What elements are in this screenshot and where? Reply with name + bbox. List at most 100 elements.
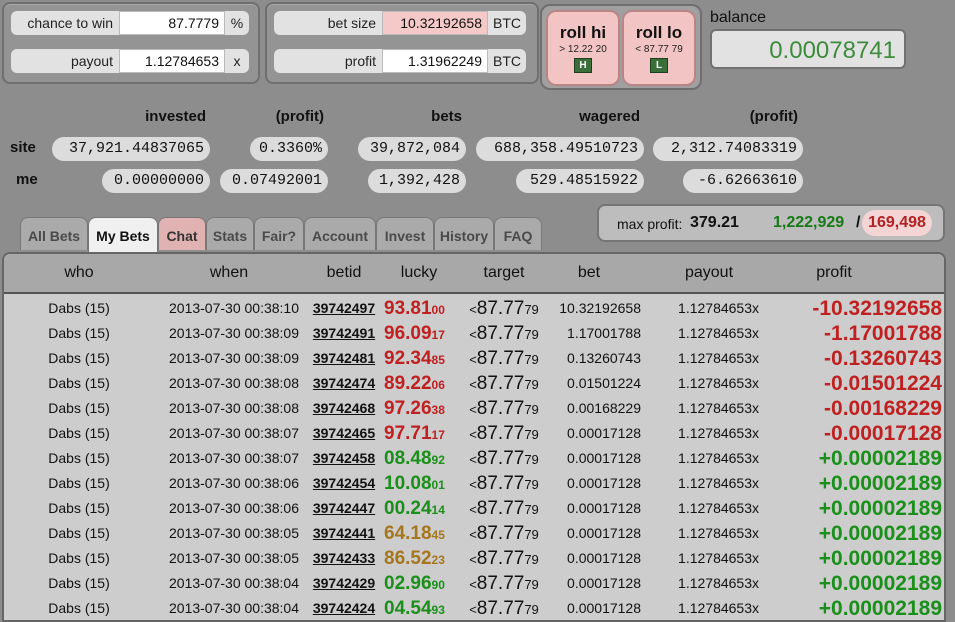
cell-payout: 1.12784653x [678, 525, 759, 541]
cell-payout: 1.12784653x [678, 300, 759, 316]
cell-betid-link[interactable]: 39742474 [304, 371, 384, 396]
chance-input[interactable]: 87.7779 [119, 11, 225, 35]
lucky-major: 10.08 [384, 473, 432, 494]
stats-header-bets: bets [431, 108, 462, 125]
tab-invest[interactable]: Invest [376, 217, 434, 250]
lucky-major: 93.81 [384, 298, 432, 319]
target-comparator: < [469, 402, 477, 417]
target-comparator: < [469, 302, 477, 317]
target-major: 87.77 [476, 448, 525, 469]
cell-when: 2013-07-30 00:38:07 [169, 425, 299, 441]
cell-when: 2013-07-30 00:38:06 [169, 475, 299, 491]
cell-betid-link[interactable]: 39742481 [304, 346, 384, 371]
table-row: Dabs (15) 2013-07-30 00:38:07 39742465 97.7… [4, 421, 944, 446]
cell-betid-link[interactable]: 39742447 [304, 496, 384, 521]
cell-lucky: 89.2206 [384, 371, 454, 398]
cell-profit: -0.00017128 [824, 422, 942, 445]
roll-hi-button[interactable]: roll hi > 12.22 20 H [546, 10, 620, 86]
tab-faq[interactable]: FAQ [494, 217, 542, 250]
roll-buttons: roll hi > 12.22 20 H roll lo < 87.77 79 … [540, 4, 702, 90]
cell-lucky: 86.5223 [384, 546, 454, 573]
cell-profit: +0.00002189 [818, 597, 942, 620]
cell-betid-link[interactable]: 39742454 [304, 471, 384, 496]
cell-betid-link[interactable]: 39742429 [304, 571, 384, 596]
target-minor: 79 [524, 377, 539, 392]
cell-betid-link[interactable]: 39742468 [304, 396, 384, 421]
stats-header-invested: invested [145, 108, 206, 125]
cell-lucky: 96.0917 [384, 321, 454, 348]
table-row: Dabs (15) 2013-07-30 00:38:07 39742458 08.4… [4, 446, 944, 471]
wins-count: 1,222,929 [773, 214, 845, 231]
payout-input[interactable]: 1.12784653 [119, 49, 225, 73]
tab-all-bets[interactable]: All Bets [20, 217, 88, 250]
cell-payout: 1.12784653x [678, 375, 759, 391]
col-bet: bet [577, 264, 601, 281]
balance-label: balance [710, 9, 767, 26]
roll-hi-target: > 12.22 20 [559, 44, 607, 55]
tab-history[interactable]: History [434, 217, 494, 250]
target-minor: 79 [524, 527, 539, 542]
cell-betid-link[interactable]: 39742497 [304, 296, 384, 321]
lucky-major: 96.09 [384, 323, 432, 344]
max-profit-value: 379.21 [690, 214, 739, 231]
table-row: Dabs (15) 2013-07-30 00:38:06 39742447 00.2… [4, 496, 944, 521]
cell-target: <87.7779 [464, 496, 544, 522]
cell-lucky: 97.7117 [384, 421, 454, 448]
cell-target: <87.7779 [464, 346, 544, 372]
cell-profit: -1.17001788 [824, 322, 942, 345]
table-row: Dabs (15) 2013-07-30 00:38:05 39742433 86.5… [4, 546, 944, 571]
cell-betid-link[interactable]: 39742433 [304, 546, 384, 571]
table-row: Dabs (15) 2013-07-30 00:38:05 39742441 64.1… [4, 521, 944, 546]
target-comparator: < [469, 552, 477, 567]
cell-profit: +0.00002189 [818, 522, 942, 545]
col-who: who [64, 264, 94, 281]
lucky-minor: 01 [431, 478, 445, 492]
cell-when: 2013-07-30 00:38:07 [169, 450, 299, 466]
tab-account[interactable]: Account [304, 217, 376, 250]
cell-who: Dabs (15) [48, 500, 110, 516]
cell-who: Dabs (15) [48, 600, 110, 616]
max-profit-label: max profit: [617, 216, 683, 232]
target-minor: 79 [524, 602, 539, 617]
cell-bet: 0.00017128 [567, 550, 641, 566]
tab-fair[interactable]: Fair? [254, 217, 304, 250]
betsize-input[interactable]: 10.32192658 [382, 11, 488, 35]
cell-betid-link[interactable]: 39742424 [304, 596, 384, 620]
target-comparator: < [469, 452, 477, 467]
chance-payout-panel: chance to win 87.7779 % payout 1.1278465… [2, 2, 260, 84]
cell-payout: 1.12784653x [678, 450, 759, 466]
cell-who: Dabs (15) [48, 475, 110, 491]
target-major: 87.77 [476, 298, 525, 319]
cell-betid-link[interactable]: 39742458 [304, 446, 384, 471]
cell-lucky: 92.3485 [384, 346, 454, 373]
cell-target: <87.7779 [464, 371, 544, 397]
lucky-minor: 45 [431, 528, 445, 542]
wins-losses-separator: / [856, 214, 861, 231]
profit-input[interactable]: 1.31962249 [382, 49, 488, 73]
cell-betid-link[interactable]: 39742465 [304, 421, 384, 446]
cell-target: <87.7779 [464, 596, 544, 620]
lucky-minor: 00 [431, 303, 445, 317]
target-minor: 79 [524, 427, 539, 442]
tab-stats[interactable]: Stats [206, 217, 254, 250]
roll-lo-button[interactable]: roll lo < 87.77 79 L [622, 10, 696, 86]
cell-profit: +0.00002189 [818, 547, 942, 570]
cell-who: Dabs (15) [48, 350, 110, 366]
cell-lucky: 02.9690 [384, 571, 454, 598]
cell-bet: 0.00017128 [567, 475, 641, 491]
roll-hi-label: roll hi [559, 23, 607, 42]
cell-who: Dabs (15) [48, 425, 110, 441]
cell-bet: 0.00017128 [567, 500, 641, 516]
cell-payout: 1.12784653x [678, 550, 759, 566]
cell-profit: +0.00002189 [818, 472, 942, 495]
max-profit-panel: max profit: 379.21 1,222,929 / 169,498 [597, 204, 945, 242]
tab-my-bets[interactable]: My Bets [88, 217, 158, 252]
cell-betid-link[interactable]: 39742491 [304, 321, 384, 346]
cell-target: <87.7779 [464, 546, 544, 572]
cell-profit: -0.01501224 [824, 372, 942, 395]
cell-betid-link[interactable]: 39742441 [304, 521, 384, 546]
tab-chat[interactable]: Chat [158, 217, 206, 250]
cell-lucky: 93.8100 [384, 296, 454, 323]
cell-profit: -0.00168229 [824, 397, 942, 420]
stats-site-profit: 0.3360% [250, 137, 328, 161]
